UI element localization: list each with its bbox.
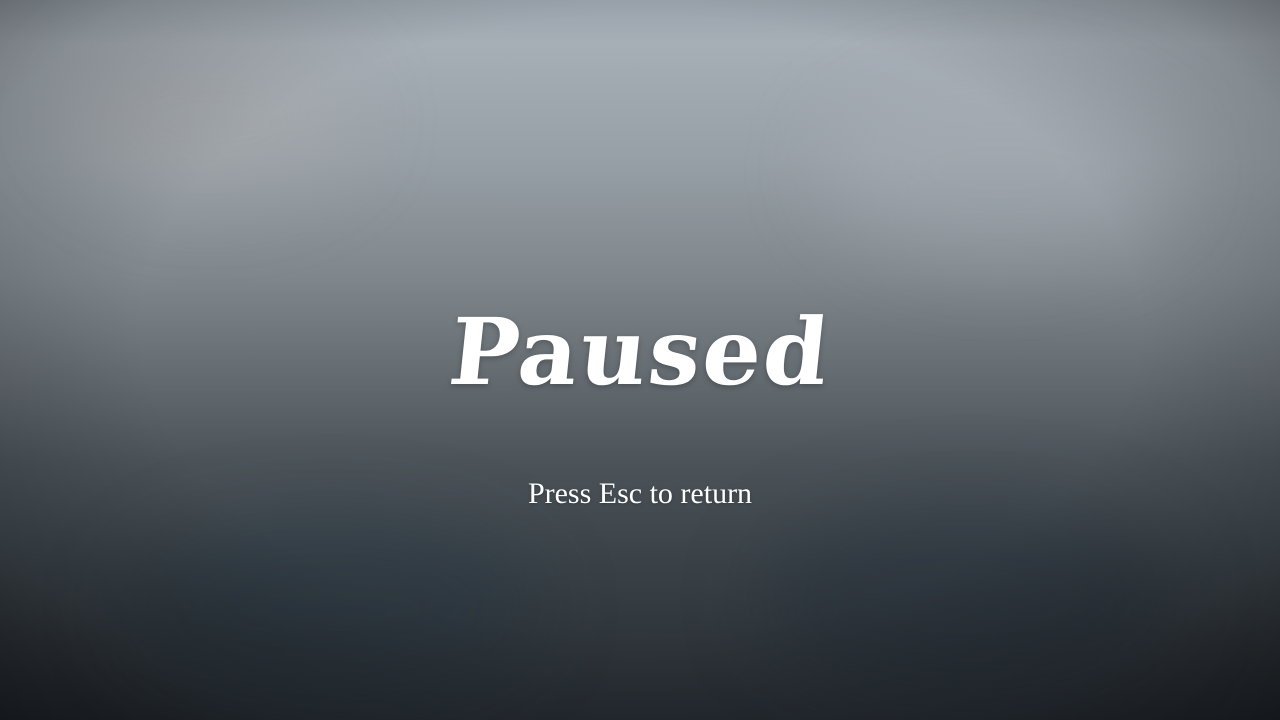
- return-hint: Press Esc to return: [527, 477, 753, 510]
- background-blur-smudge: [820, 80, 1180, 260]
- background-blur-smudge: [60, 40, 360, 200]
- background-blur-smudge: [120, 520, 540, 700]
- background-blur-smudge: [760, 500, 1180, 700]
- pause-title: Paused: [444, 298, 836, 406]
- pause-overlay: Paused Press Esc to return: [0, 0, 1280, 720]
